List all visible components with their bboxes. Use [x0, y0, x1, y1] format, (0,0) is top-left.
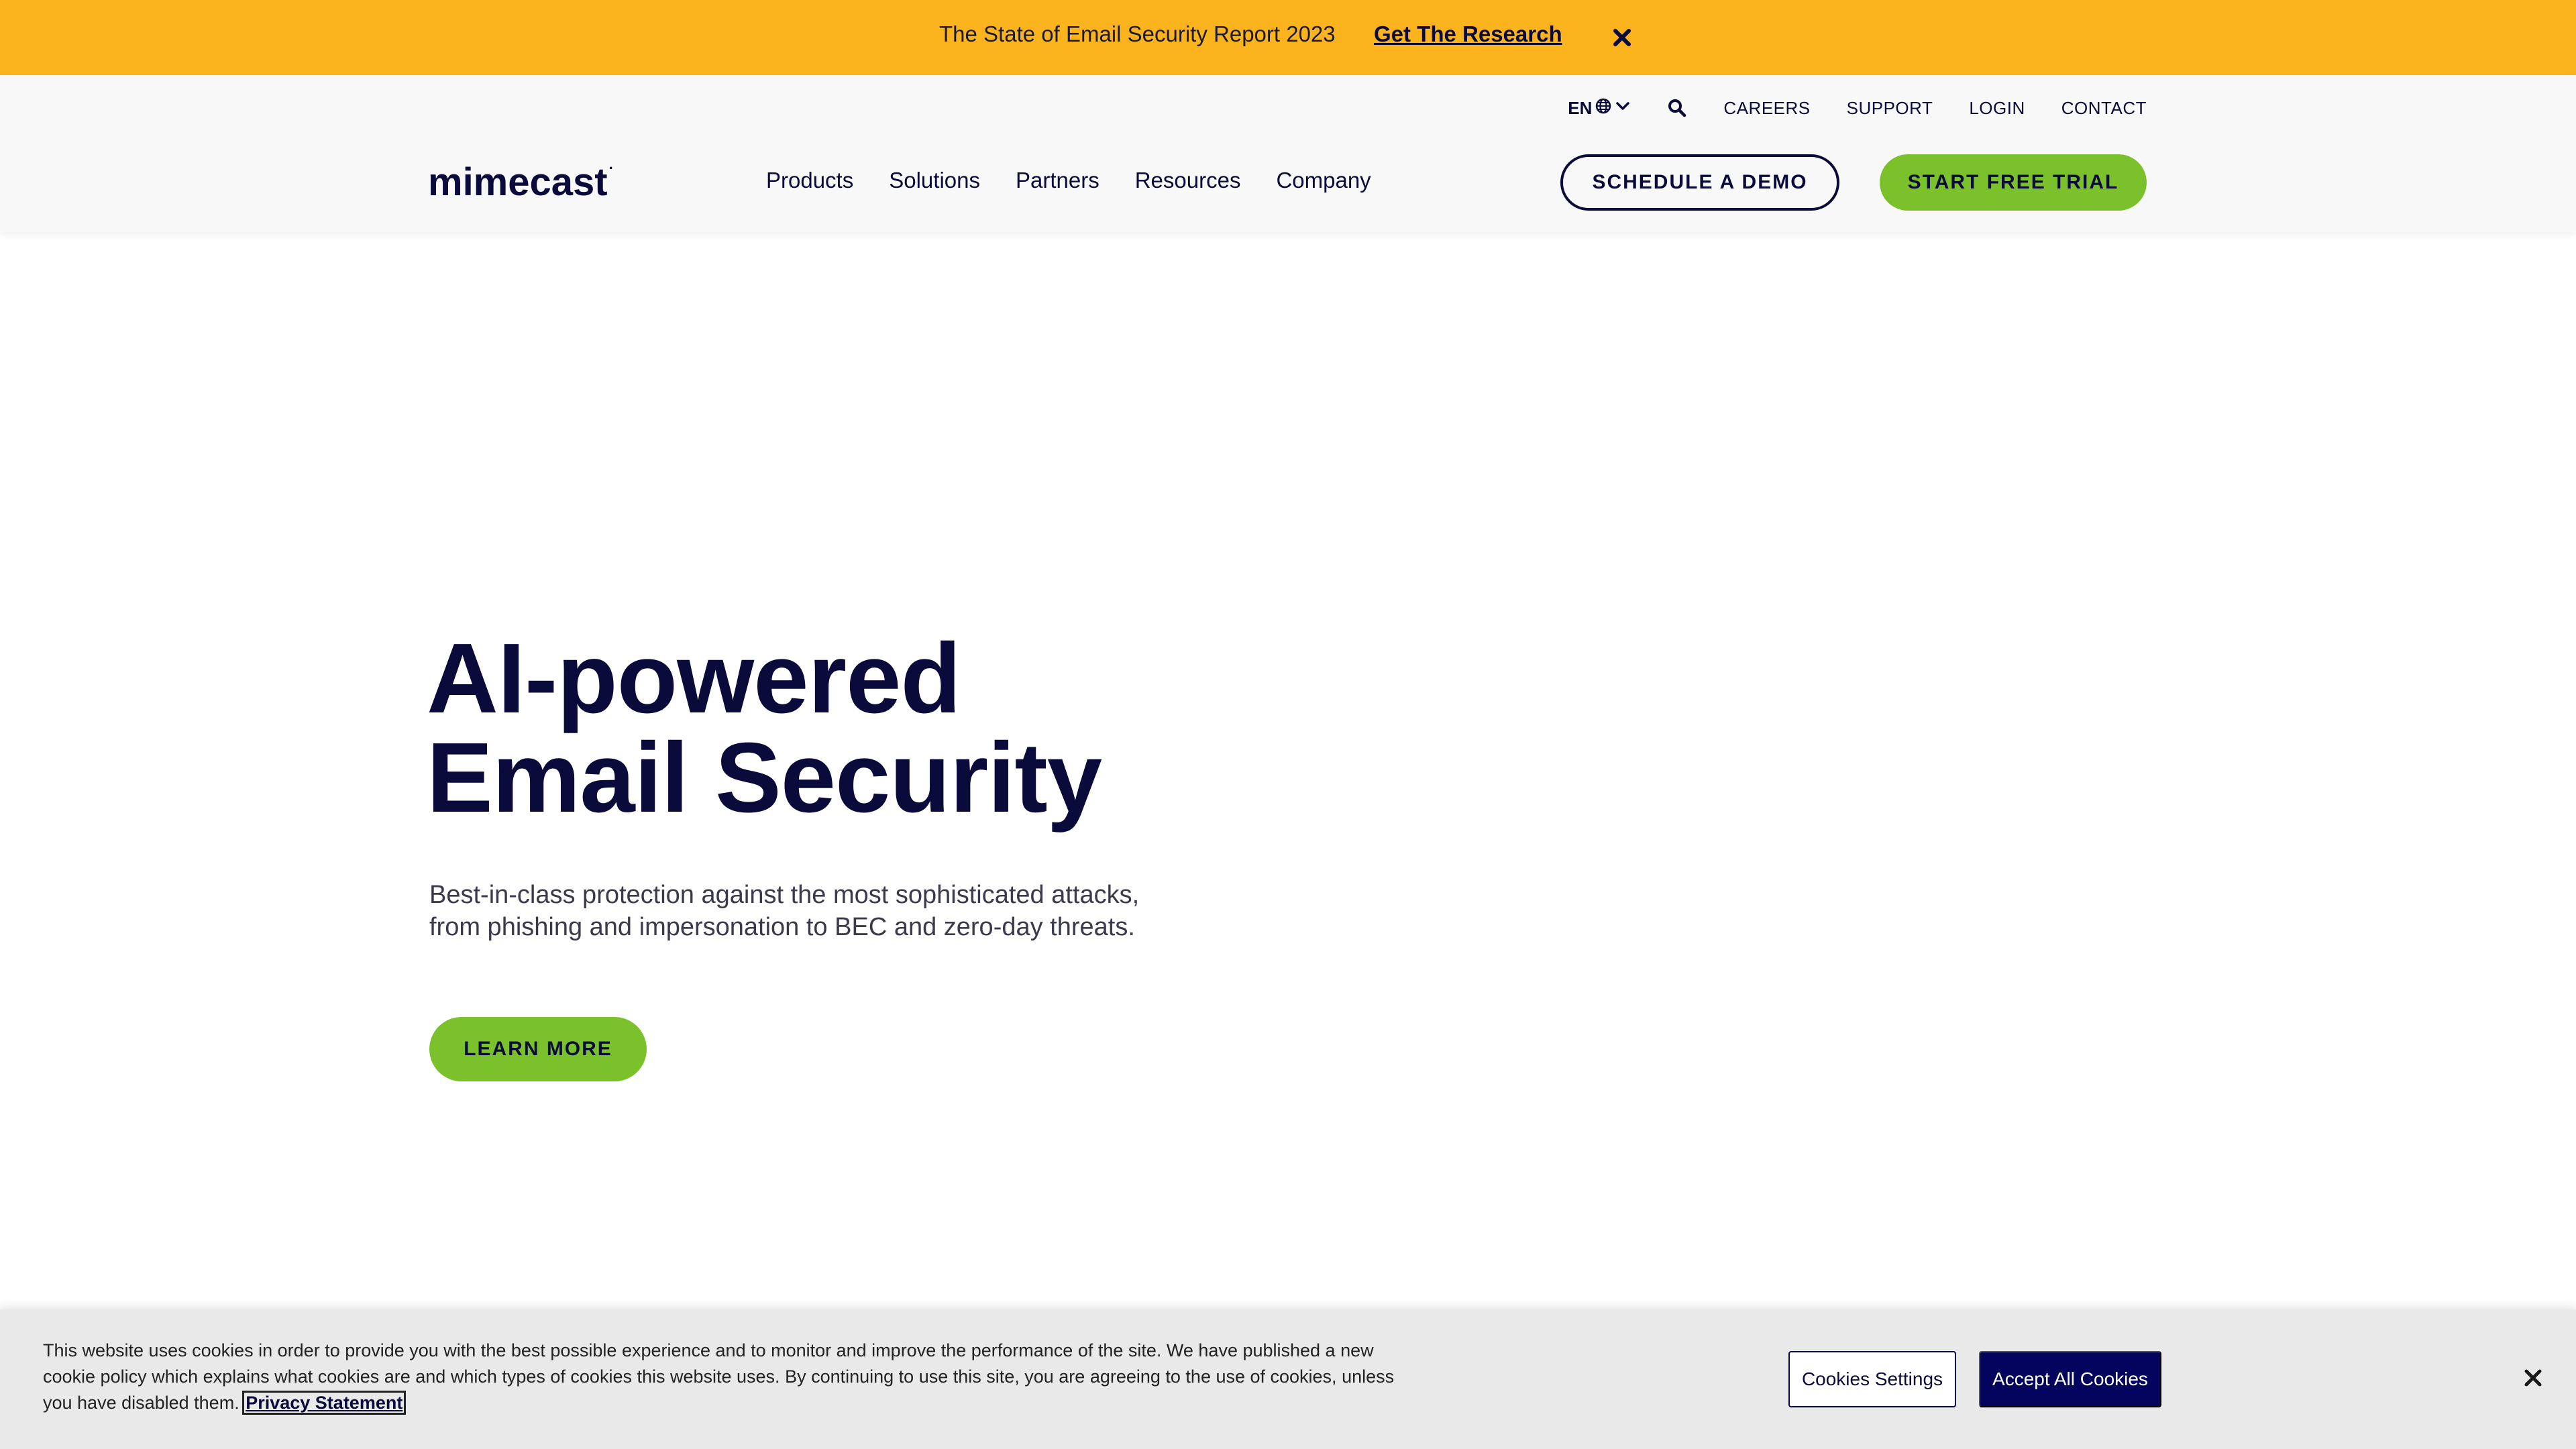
site-header	[0, 75, 2576, 232]
careers-link[interactable]: CAREERS	[1723, 98, 1810, 119]
close-icon[interactable]	[2520, 1364, 2546, 1391]
nav-item-company[interactable]: Company	[1276, 168, 1371, 193]
hero-title-line-1: AI-powered	[427, 623, 961, 734]
mimecast-logo[interactable]: mimecast·	[428, 160, 614, 205]
language-label: EN	[1568, 97, 1593, 118]
logo-text: mimecast	[428, 160, 608, 204]
utility-nav: EN CAREERS SUPPORT LOGIN CONTACT	[1568, 97, 2147, 119]
support-link[interactable]: SUPPORT	[1847, 98, 1933, 119]
announcement-message: The State of Email Security Report 2023	[939, 21, 1336, 46]
hero-subtitle: Best-in-class protection against the mos…	[429, 881, 1140, 941]
login-link[interactable]: LOGIN	[1969, 98, 2025, 119]
announcement-bar: The State of Email Security Report 2023 …	[0, 0, 2576, 75]
start-free-trial-button[interactable]: START FREE TRIAL	[1880, 154, 2147, 211]
cookies-settings-button[interactable]: Cookies Settings	[1788, 1351, 1956, 1407]
nav-item-resources[interactable]: Resources	[1135, 168, 1241, 193]
hero-title-line-2: Email Security	[427, 722, 1102, 833]
language-selector[interactable]: EN	[1568, 97, 1631, 119]
nav-item-solutions[interactable]: Solutions	[889, 168, 980, 193]
schedule-demo-button[interactable]: SCHEDULE A DEMO	[1560, 154, 1839, 211]
logo-mark: ·	[608, 160, 614, 176]
hero-title: AI-powered Email Security	[427, 629, 1102, 828]
main-nav: Products Solutions Partners Resources Co…	[766, 168, 1371, 193]
search-icon[interactable]	[1667, 98, 1687, 118]
get-research-link[interactable]: Get The Research	[1374, 21, 1562, 47]
close-icon[interactable]	[1610, 25, 1634, 50]
cookie-banner: This website uses cookies in order to pr…	[0, 1309, 2576, 1449]
chevron-down-icon	[1615, 98, 1631, 119]
accept-all-cookies-button[interactable]: Accept All Cookies	[1979, 1351, 2161, 1407]
nav-item-products[interactable]: Products	[766, 168, 853, 193]
nav-item-partners[interactable]: Partners	[1016, 168, 1099, 193]
learn-more-button[interactable]: LEARN MORE	[429, 1017, 647, 1081]
globe-icon	[1595, 97, 1612, 119]
privacy-statement-link[interactable]: Privacy Statement	[242, 1391, 407, 1415]
contact-link[interactable]: CONTACT	[2061, 98, 2147, 119]
cookie-text: This website uses cookies in order to pr…	[43, 1338, 1418, 1416]
